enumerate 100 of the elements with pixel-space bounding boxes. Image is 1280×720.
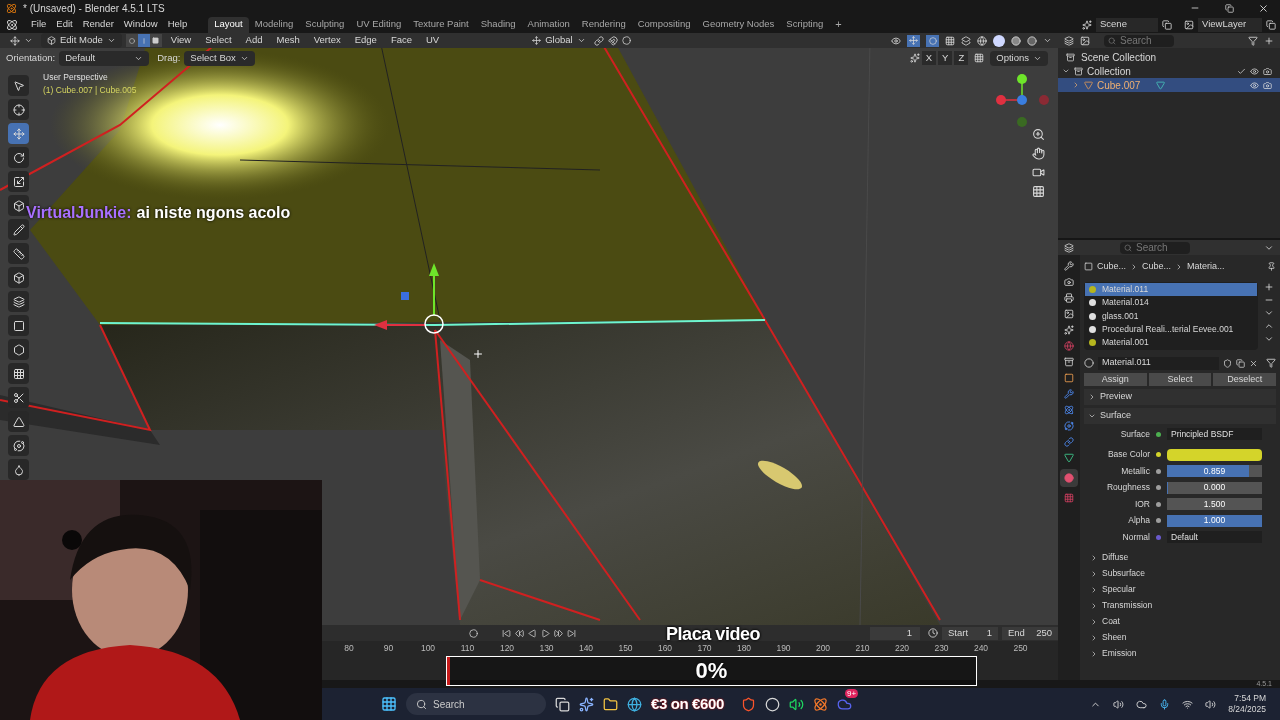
workspace-tab[interactable]: Compositing	[631, 16, 697, 33]
slot-menu-icon[interactable]	[1264, 308, 1274, 318]
breadcrumb-item[interactable]: Materia...	[1187, 259, 1225, 274]
preview-range-icon[interactable]	[928, 628, 938, 638]
material-slot[interactable]: Material.001	[1085, 335, 1257, 349]
next-keyframe-icon[interactable]	[554, 628, 563, 638]
prev-keyframe-icon[interactable]	[515, 628, 524, 638]
menu-item[interactable]: Window	[118, 17, 163, 32]
texture-tab-icon[interactable]	[1064, 493, 1074, 503]
view-layer-tab-icon[interactable]	[1064, 309, 1074, 319]
subpanel-title[interactable]: Transmission	[1102, 599, 1153, 612]
taskbar-search-field[interactable]: Search	[406, 693, 546, 715]
clock-time[interactable]: 7:54 PM	[1234, 693, 1266, 704]
current-frame-field[interactable]: 1	[870, 626, 920, 640]
view-layer-field[interactable]: ViewLayer	[1198, 17, 1262, 32]
menu-item[interactable]: Render	[77, 17, 119, 32]
link-mode-icon[interactable]	[1266, 358, 1276, 368]
checkbox-icon[interactable]	[1237, 66, 1246, 76]
subpanel-title[interactable]: Emission	[1102, 647, 1137, 660]
material-slot[interactable]: Procedural Reali...terial Eevee.001	[1085, 322, 1257, 336]
workspace-tab[interactable]: Texture Paint	[407, 16, 475, 33]
collapse-caret-icon[interactable]	[1088, 393, 1096, 401]
search-field[interactable]: Search	[1120, 241, 1190, 254]
breadcrumb-item[interactable]: Cube...	[1142, 259, 1172, 274]
speaker-icon[interactable]	[1113, 698, 1125, 710]
fake-user-icon[interactable]	[1223, 358, 1232, 368]
data-tab-icon[interactable]	[1064, 453, 1074, 463]
tool-tab-icon[interactable]	[1064, 261, 1074, 271]
play-icon[interactable]	[541, 628, 550, 638]
workspace-tab[interactable]: Animation	[521, 16, 576, 33]
clock-date[interactable]: 8/24/2025	[1228, 704, 1266, 715]
link-field[interactable]: Default	[1167, 531, 1262, 544]
camera-icon[interactable]	[1263, 66, 1272, 76]
output-tab-icon[interactable]	[1064, 293, 1074, 303]
render-tab-icon[interactable]	[1064, 277, 1074, 287]
workspace-tab[interactable]: Rendering	[575, 16, 632, 33]
particles-tab-icon[interactable]	[1064, 405, 1074, 415]
subpanel-title[interactable]: Diffuse	[1102, 551, 1129, 564]
breadcrumb-item[interactable]: Cube...	[1097, 259, 1127, 274]
move-up-icon[interactable]	[1264, 321, 1274, 331]
move-down-icon[interactable]	[1264, 334, 1274, 344]
slot-action-button[interactable]: Deselect	[1213, 373, 1276, 386]
slot-action-button[interactable]: Assign	[1084, 373, 1147, 386]
display-mode-icon[interactable]	[1080, 35, 1090, 46]
outliner-row[interactable]: Collection	[1058, 64, 1280, 78]
menu-item[interactable]: File	[26, 17, 52, 32]
workspace-tab[interactable]: Scripting	[780, 16, 830, 33]
pin-icon[interactable]	[1267, 262, 1276, 271]
mesh-data-icon[interactable]	[1156, 80, 1166, 90]
file-explorer-icon[interactable]	[603, 696, 618, 712]
new-collection-icon[interactable]	[1264, 35, 1274, 46]
workspace-tab[interactable]: Shading	[474, 16, 522, 33]
microphone-icon[interactable]	[1159, 698, 1171, 710]
slider-field[interactable]: 0.859	[1167, 465, 1262, 478]
world-tab-icon[interactable]	[1064, 341, 1074, 351]
color-swatch[interactable]	[1167, 448, 1262, 461]
search-field[interactable]: Search	[1104, 34, 1174, 47]
outliner-row[interactable]: Cube.007	[1058, 78, 1280, 92]
subpanel-title[interactable]: Sheen	[1102, 631, 1127, 644]
workspace-tab[interactable]: Modeling	[248, 16, 300, 33]
new-scene-icon[interactable]	[1162, 19, 1172, 30]
editor-type-icon[interactable]	[1064, 242, 1074, 253]
add-slot-icon[interactable]	[1264, 282, 1274, 292]
volume-icon[interactable]	[1205, 698, 1217, 710]
slot-action-button[interactable]: Select	[1148, 373, 1212, 386]
outliner-item[interactable]: Scene Collection	[1081, 49, 1157, 65]
editor-type-icon[interactable]	[1064, 35, 1074, 46]
slider-field[interactable]: 0.000	[1167, 481, 1262, 494]
link-field[interactable]: Principled BSDF	[1167, 428, 1262, 441]
eye-icon[interactable]	[1250, 66, 1259, 76]
material-tab[interactable]	[1060, 469, 1078, 487]
menu-item[interactable]: Edit	[51, 17, 78, 32]
material-slot[interactable]: glass.001	[1085, 309, 1257, 323]
scene-field[interactable]: Scene	[1096, 17, 1158, 32]
modifier-tab-icon[interactable]	[1064, 389, 1074, 399]
eye-icon[interactable]	[1250, 80, 1259, 90]
network-icon[interactable]	[1182, 698, 1194, 710]
object-tab-icon[interactable]	[1064, 373, 1074, 383]
material-name-field[interactable]: Material.011	[1098, 356, 1219, 370]
material-slot[interactable]: Material.011	[1085, 283, 1257, 297]
collapse-caret-icon[interactable]	[1072, 81, 1080, 89]
start-icon[interactable]	[381, 696, 397, 712]
material-browse-icon[interactable]	[1084, 358, 1094, 368]
collection-tab-icon[interactable]	[1064, 357, 1074, 367]
constraints-tab-icon[interactable]	[1064, 437, 1074, 447]
workspace-tab[interactable]: UV Editing	[350, 16, 408, 33]
play-reverse-icon[interactable]	[528, 628, 537, 638]
duplicate-icon[interactable]	[1236, 358, 1245, 368]
keyframe-icon[interactable]	[469, 628, 478, 638]
slider-field[interactable]: 1.000	[1167, 514, 1262, 527]
number-field[interactable]: 1.500	[1167, 498, 1262, 511]
view-layer-icon[interactable]	[1184, 19, 1194, 30]
add-workspace-button[interactable]: +	[829, 16, 848, 33]
expand-caret-icon[interactable]	[1062, 67, 1070, 75]
app-icon[interactable]	[764, 696, 780, 712]
jump-end-icon[interactable]	[567, 628, 576, 638]
unlink-icon[interactable]	[1249, 358, 1258, 368]
filter-icon[interactable]	[1248, 35, 1258, 46]
menu-item[interactable]: Help	[162, 17, 193, 32]
workspace-tab[interactable]: Geometry Nodes	[696, 16, 781, 33]
